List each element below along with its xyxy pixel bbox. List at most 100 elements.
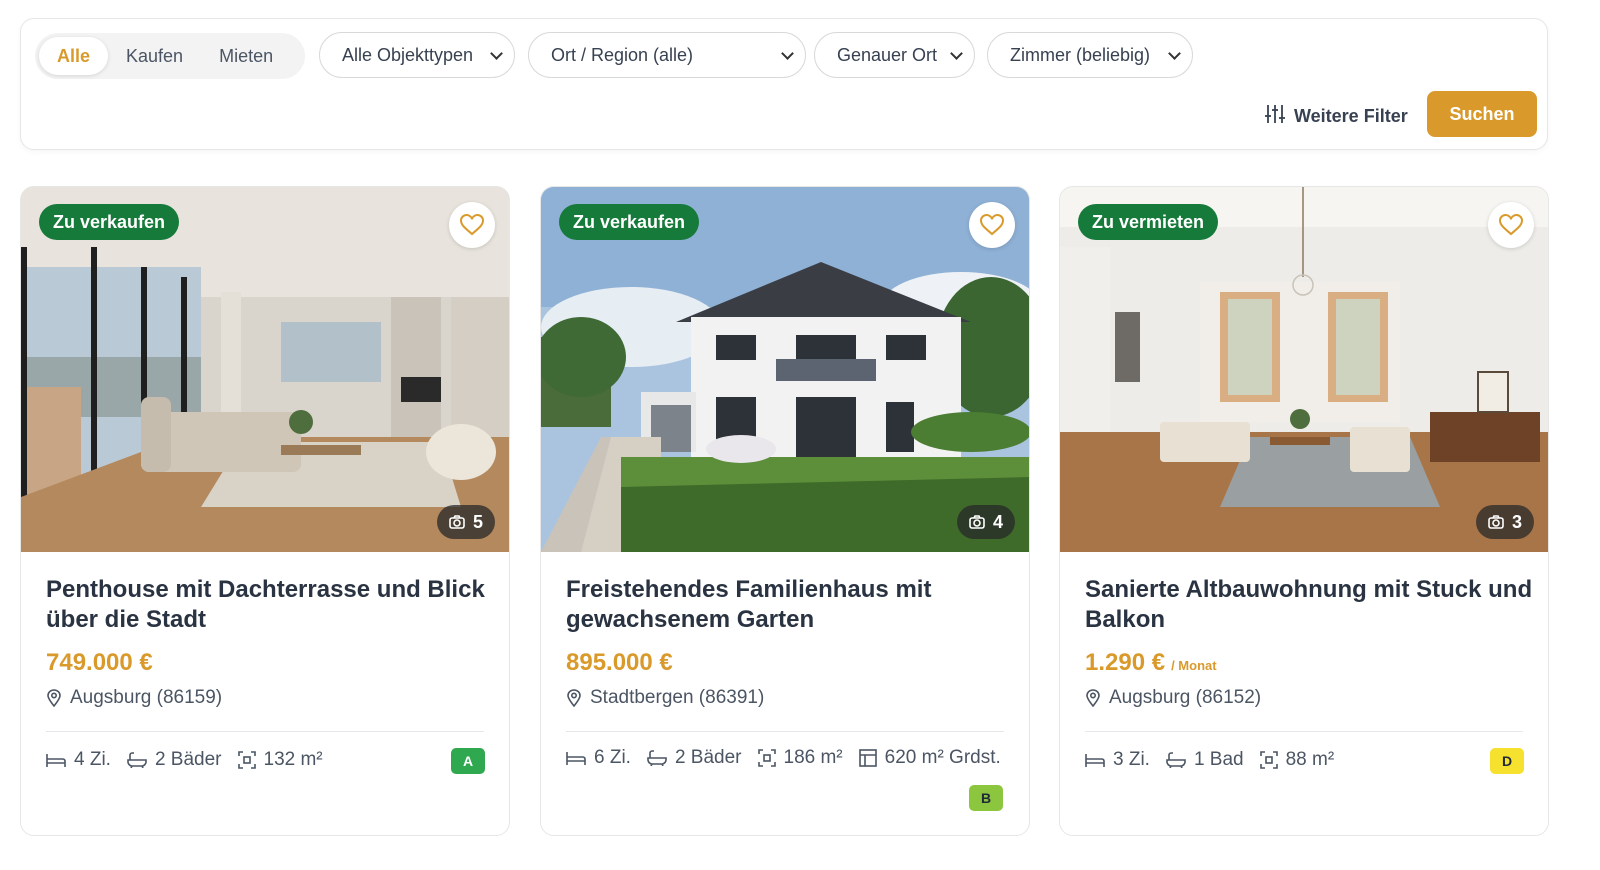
status-badge: Zu vermieten	[1078, 204, 1219, 240]
listing-photo-house[interactable]: Zu verkaufen 4	[541, 187, 1029, 552]
segment-kaufen[interactable]: Kaufen	[108, 37, 201, 75]
listing-location: Augsburg (86152)	[1085, 687, 1261, 709]
area-icon	[757, 749, 776, 767]
listing-title[interactable]: Freistehendes Familienhaus mit gewachsen…	[566, 575, 1016, 635]
price-suffix: / Monat	[1171, 658, 1217, 673]
rooms-feature: 6 Zi.	[566, 747, 631, 769]
rooms-value: Zimmer (beliebig)	[1010, 44, 1151, 65]
listing-title[interactable]: Sanierte Altbauwohnung mit Stuck und Bal…	[1085, 575, 1535, 635]
listing-price: 1.290 € / Monat	[1085, 649, 1217, 677]
camera-icon	[1488, 515, 1504, 529]
price-value: 1.290 €	[1085, 649, 1166, 676]
listing-features: 6 Zi. 2 Bäder 186 m² 620 m² Grdst.	[566, 747, 1001, 769]
exact-location-value: Genauer Ort	[837, 44, 938, 65]
bed-icon	[46, 754, 66, 767]
listing-features: 3 Zi. 1 Bad 88 m²	[1085, 749, 1334, 771]
price-value: 895.000 €	[566, 649, 673, 676]
more-filters-label: Weitere Filter	[1294, 105, 1408, 126]
heart-icon	[980, 214, 1004, 236]
listing-location: Stadtbergen (86391)	[566, 687, 764, 709]
photo-count-value: 5	[472, 511, 483, 532]
chevron-down-icon	[781, 49, 793, 61]
chevron-down-icon	[490, 49, 502, 61]
area-value: 186 m²	[783, 747, 843, 768]
heart-icon	[1499, 214, 1523, 236]
energy-class-badge: A	[451, 748, 485, 774]
listing-title[interactable]: Penthouse mit Dachterrasse und Blick übe…	[46, 575, 496, 635]
area-feature: 88 m²	[1259, 749, 1335, 771]
bath-icon	[127, 752, 147, 768]
listing-card[interactable]: Zu verkaufen 4 Freistehendes Familienhau…	[540, 186, 1030, 836]
favorite-button[interactable]	[969, 202, 1015, 248]
listing-card[interactable]: Zu vermieten 3 Sanierte Altbauwohnung mi…	[1059, 186, 1549, 836]
baths-feature: 2 Bäder	[127, 749, 222, 771]
baths-feature: 1 Bad	[1166, 749, 1244, 771]
area-icon	[1259, 751, 1278, 769]
divider	[46, 731, 484, 732]
baths-feature: 2 Bäder	[647, 747, 742, 769]
listing-photo-penthouse[interactable]: Zu verkaufen 5	[21, 187, 509, 552]
rooms-value: 3 Zi.	[1113, 749, 1150, 770]
object-type-value: Alle Objekttypen	[342, 44, 474, 65]
photo-count: 5	[436, 505, 495, 539]
baths-value: 2 Bäder	[154, 749, 222, 770]
bath-icon	[647, 750, 667, 766]
rooms-value: 4 Zi.	[74, 749, 111, 770]
energy-class-badge: B	[969, 785, 1003, 811]
chevron-down-icon	[950, 49, 962, 61]
listing-photo-apartment[interactable]: Zu vermieten 3	[1060, 187, 1548, 552]
bed-icon	[1085, 754, 1105, 767]
object-type-select[interactable]: Alle Objekttypen	[319, 32, 515, 78]
photo-count: 4	[956, 505, 1015, 539]
listing-features: 4 Zi. 2 Bäder 132 m²	[46, 749, 323, 771]
location-text: Augsburg (86159)	[70, 687, 223, 708]
location-text: Stadtbergen (86391)	[590, 687, 765, 708]
listing-location: Augsburg (86159)	[46, 687, 222, 709]
photo-count-value: 4	[992, 511, 1003, 532]
plot-value: 620 m² Grdst.	[884, 747, 1001, 768]
transaction-segmented-control: Alle Kaufen Mieten	[35, 33, 305, 79]
plot-icon	[858, 749, 877, 767]
baths-value: 1 Bad	[1193, 749, 1244, 770]
region-select[interactable]: Ort / Region (alle)	[528, 32, 806, 78]
area-feature: 132 m²	[237, 749, 323, 771]
plot-feature: 620 m² Grdst.	[858, 747, 1001, 769]
heart-icon	[460, 214, 484, 236]
map-pin-icon	[47, 689, 61, 707]
rooms-feature: 3 Zi.	[1085, 749, 1150, 771]
favorite-button[interactable]	[1488, 202, 1534, 248]
camera-icon	[969, 515, 985, 529]
rooms-value: 6 Zi.	[594, 747, 631, 768]
divider	[566, 731, 1004, 732]
bed-icon	[566, 752, 586, 765]
sliders-icon	[1264, 103, 1286, 130]
segment-mieten[interactable]: Mieten	[201, 37, 291, 75]
region-value: Ort / Region (alle)	[551, 44, 694, 65]
listing-card[interactable]: Zu verkaufen 5 Penthouse mit Dachterrass…	[20, 186, 510, 836]
favorite-button[interactable]	[449, 202, 495, 248]
location-text: Augsburg (86152)	[1109, 687, 1262, 708]
area-icon	[237, 751, 256, 769]
divider	[1085, 731, 1523, 732]
exact-location-select[interactable]: Genauer Ort	[814, 32, 975, 78]
listing-price: 749.000 €	[46, 649, 153, 677]
camera-icon	[449, 515, 465, 529]
price-value: 749.000 €	[46, 649, 153, 676]
map-pin-icon	[567, 689, 581, 707]
area-value: 88 m²	[1285, 749, 1335, 770]
area-value: 132 m²	[263, 749, 323, 770]
area-feature: 186 m²	[757, 747, 843, 769]
photo-count-value: 3	[1511, 511, 1522, 532]
bath-icon	[1166, 752, 1186, 768]
chevron-down-icon	[1168, 49, 1180, 61]
listing-price: 895.000 €	[566, 649, 673, 677]
rooms-feature: 4 Zi.	[46, 749, 111, 771]
segment-alle[interactable]: Alle	[39, 37, 109, 75]
rooms-select[interactable]: Zimmer (beliebig)	[987, 32, 1193, 78]
map-pin-icon	[1086, 689, 1100, 707]
search-button[interactable]: Suchen	[1427, 91, 1537, 137]
more-filters-button[interactable]: Weitere Filter	[1264, 101, 1408, 131]
energy-class-badge: D	[1490, 748, 1524, 774]
status-badge: Zu verkaufen	[559, 204, 700, 240]
baths-value: 2 Bäder	[674, 747, 742, 768]
